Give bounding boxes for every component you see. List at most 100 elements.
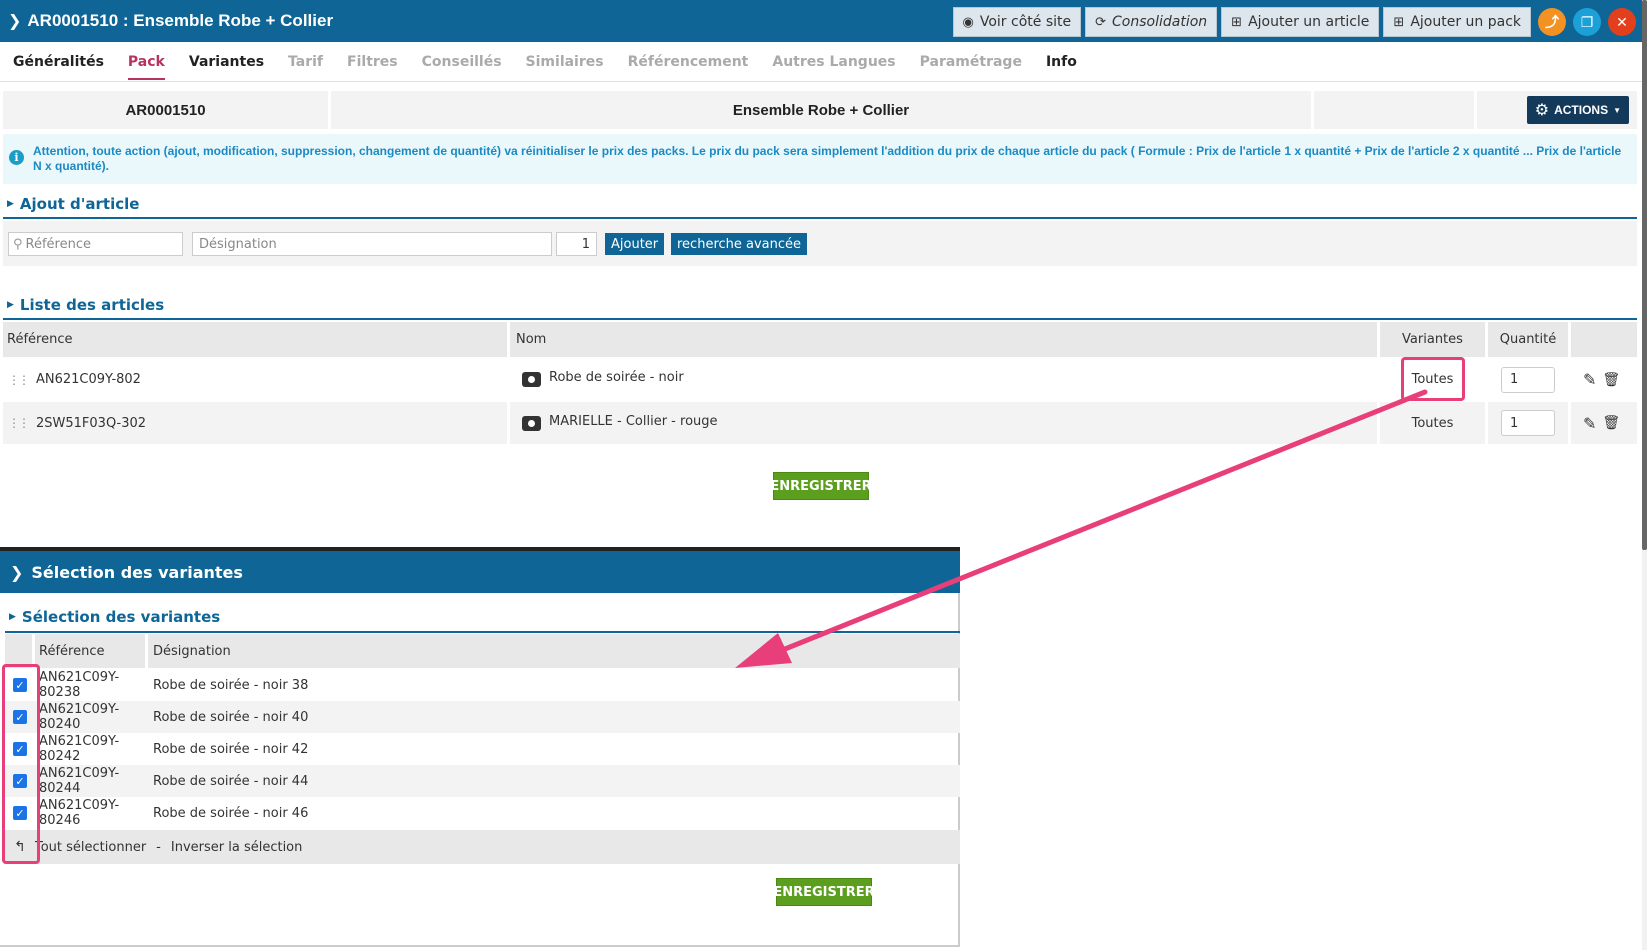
invert-selection-link[interactable]: Inverser la sélection [171, 840, 303, 855]
header-designation: Désignation [153, 643, 231, 659]
tab-tarif[interactable]: Tarif [288, 42, 323, 82]
variant-reference: AN621C09Y-80238 [39, 670, 120, 700]
article-name: Ensemble Robe + Collier [331, 91, 1311, 129]
reference-search-input[interactable]: ⚲ Référence [8, 232, 183, 256]
plus-square-icon: ⊞ [1231, 14, 1243, 30]
variant-designation: Robe de soirée - noir 40 [153, 709, 309, 725]
tab-autres-langues[interactable]: Autres Langues [772, 42, 895, 82]
share-icon[interactable]: ⤴ [1538, 8, 1566, 36]
info-icon: i [9, 150, 24, 165]
table-row: ⋮⋮ 2SW51F03Q-302 MARIELLE - Collier - ro… [3, 402, 1637, 444]
variant-row[interactable]: ✓ AN621C09Y-80240 Robe de soirée - noir … [5, 701, 960, 733]
variant-reference: AN621C09Y-80246 [39, 798, 120, 828]
eye-icon: ◉ [962, 14, 974, 30]
modal-enregistrer-button[interactable]: ENREGISTRER [773, 878, 875, 906]
caret-down-icon: ▼ [1613, 105, 1621, 115]
header-quantite: Quantité [1488, 322, 1571, 357]
variant-row[interactable]: ✓ AN621C09Y-80246 Robe de soirée - noir … [5, 797, 960, 829]
row-nom-cell: Robe de soirée - noir [510, 357, 1380, 402]
tab-conseilles[interactable]: Conseillés [422, 42, 502, 82]
tab-generalites[interactable]: Généralités [13, 42, 104, 82]
header-bar: ❯ AR0001510 : Ensemble Robe + Collier ◉ … [0, 0, 1642, 42]
refresh-icon: ⟳ [1095, 14, 1107, 30]
header-reference: Référence [3, 322, 510, 357]
section-divider [3, 318, 1637, 320]
trash-icon[interactable]: 🗑 [1602, 415, 1620, 431]
section-divider [5, 631, 960, 633]
header-nom: Nom [510, 322, 1380, 357]
trash-icon[interactable]: 🗑 [1602, 372, 1620, 388]
row-nom-cell: MARIELLE - Collier - rouge [510, 402, 1380, 444]
header-variantes: Variantes [1380, 322, 1488, 357]
row-actions-cell: ✎ 🗑 [1571, 402, 1637, 444]
warning-text: Attention, toute action (ajout, modifica… [33, 144, 1622, 173]
annotation-highlight [1401, 357, 1465, 401]
variant-row[interactable]: ✓ AN621C09Y-80244 Robe de soirée - noir … [5, 765, 960, 797]
recherche-avancee-button[interactable]: recherche avancée [671, 233, 808, 255]
close-icon[interactable]: ✕ [1608, 8, 1636, 36]
page-scrollbar[interactable] [1642, 0, 1647, 950]
camera-icon[interactable] [522, 372, 541, 387]
table-row: ⋮⋮ AN621C09Y-802 Robe de soirée - noir T… [3, 357, 1637, 402]
actions-dropdown[interactable]: ⚙ ACTIONS ▼ [1526, 96, 1629, 124]
variant-reference: AN621C09Y-80244 [39, 766, 120, 796]
article-info-row: AR0001510 Ensemble Robe + Collier ⚙ ACTI… [3, 91, 1637, 129]
header-check-col [5, 634, 35, 668]
consolidation-button[interactable]: ⟳ Consolidation [1085, 7, 1218, 37]
tab-similaires[interactable]: Similaires [526, 42, 604, 82]
liste-section-title[interactable]: ▶ Liste des articles [7, 296, 164, 314]
caret-right-icon: ▶ [7, 199, 14, 209]
row-quantity-input[interactable]: 1 [1501, 366, 1555, 393]
designation-input[interactable]: Désignation [192, 232, 552, 256]
ajouter-pack-button[interactable]: ⊞ Ajouter un pack [1383, 7, 1531, 37]
gear-icon: ⚙ [1534, 102, 1550, 119]
select-all-link[interactable]: Tout sélectionner [35, 840, 146, 855]
caret-right-icon: ▶ [9, 612, 16, 622]
warning-alert: i Attention, toute action (ajout, modifi… [3, 134, 1637, 184]
plus-square-icon: ⊞ [1393, 14, 1405, 30]
duplicate-icon[interactable]: ❐ [1573, 8, 1601, 36]
modal-table-header: Référence Désignation [5, 634, 960, 668]
row-quantite-cell: 1 [1488, 357, 1571, 402]
tab-filtres[interactable]: Filtres [347, 42, 398, 82]
article-reference: AR0001510 [3, 91, 328, 129]
tab-pack[interactable]: Pack [127, 42, 165, 82]
variant-row[interactable]: ✓ AN621C09Y-80242 Robe de soirée - noir … [5, 733, 960, 765]
caret-right-icon: ▶ [7, 300, 14, 310]
actions-cell: ⚙ ACTIONS ▼ [1477, 91, 1637, 129]
ajouter-button[interactable]: Ajouter [605, 233, 665, 255]
quantity-input[interactable]: 1 [556, 232, 597, 256]
tab-referencement[interactable]: Référencement [628, 42, 749, 82]
ajouter-article-button[interactable]: ⊞ Ajouter un article [1221, 7, 1380, 37]
drag-handle-icon[interactable]: ⋮⋮ [8, 373, 30, 387]
row-actions-cell: ✎ 🗑 [1571, 357, 1637, 402]
tab-parametrage[interactable]: Paramétrage [920, 42, 1022, 82]
edit-icon[interactable]: ✎ [1583, 414, 1596, 433]
header-reference: Référence [35, 634, 148, 668]
tab-info[interactable]: Info [1046, 42, 1077, 82]
ajout-section-title[interactable]: ▶ Ajout d'article [7, 195, 139, 213]
modal-section-title[interactable]: ▶ Sélection des variantes [9, 608, 220, 626]
separator: - [156, 839, 161, 855]
search-icon: ⚲ [13, 236, 23, 252]
enregistrer-button[interactable]: ENREGISTRER [770, 472, 872, 500]
camera-icon[interactable] [522, 415, 541, 431]
drag-handle-icon[interactable]: ⋮⋮ [8, 416, 30, 430]
row-quantity-input[interactable]: 1 [1501, 410, 1555, 436]
page-title-text: AR0001510 : Ensemble Robe + Collier [27, 11, 334, 30]
variant-designation: Robe de soirée - noir 42 [153, 741, 309, 757]
row-reference-cell: ⋮⋮ AN621C09Y-802 [3, 357, 510, 402]
variant-designation: Robe de soirée - noir 46 [153, 805, 309, 821]
variant-row[interactable]: ✓ AN621C09Y-80238 Robe de soirée - noir … [5, 669, 960, 701]
edit-icon[interactable]: ✎ [1583, 370, 1596, 389]
voir-cote-site-button[interactable]: ◉ Voir côté site [952, 7, 1082, 37]
variant-designation: Robe de soirée - noir 44 [153, 773, 309, 789]
tab-variantes[interactable]: Variantes [189, 42, 264, 82]
page-title: ❯ AR0001510 : Ensemble Robe + Collier [0, 11, 333, 31]
chevron-right-icon: ❯ [8, 13, 22, 30]
header-actions [1571, 322, 1637, 357]
modal-title: Sélection des variantes [31, 562, 243, 582]
variantes-link[interactable]: Toutes [1380, 402, 1488, 444]
variant-reference: AN621C09Y-80242 [39, 734, 120, 764]
annotation-highlight [2, 664, 40, 864]
